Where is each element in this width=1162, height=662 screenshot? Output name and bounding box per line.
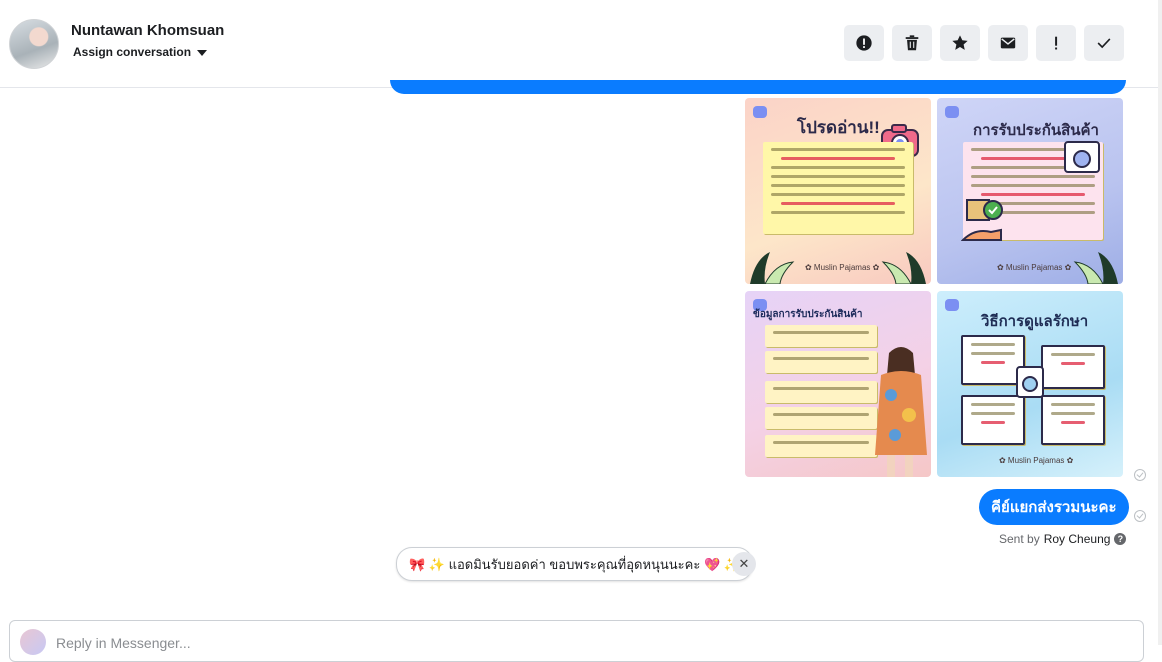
image-title: การรับประกันสินค้า [973,122,1099,139]
message-text: คีย์แยกส่งรวมนะคะ [991,499,1117,516]
sent-by-line: Sent by Roy Cheung ? [999,532,1127,546]
image-attachment-warranty-info[interactable]: ข้อมูลการรับประกันสินค้า [745,291,931,477]
envelope-icon [1000,37,1016,49]
leaf-decoration-icon [1073,252,1118,284]
info-card [765,381,877,403]
mark-unread-button[interactable] [988,25,1028,61]
trash-icon [905,35,919,51]
reply-composer[interactable]: Reply in Messenger... [9,620,1144,662]
previous-message-bubble [390,80,1126,94]
care-card [1041,345,1105,389]
package-check-icon [961,199,1003,241]
image-attachment-read-notice[interactable]: โปรดอ่าน!! ✿ Muslin Pajamas ✿ [745,98,931,284]
mark-done-button[interactable] [1084,25,1124,61]
model-figure [875,347,927,477]
brand-logo-icon [945,299,959,311]
delete-button[interactable] [892,25,932,61]
suggested-reply-chip[interactable]: 🎀 ✨ แอดมินรับยอดค่า ขอบพระคุณที่อุดหนุนน… [396,547,753,581]
brand-label: ✿ Muslin Pajamas ✿ [999,456,1074,465]
mark-spam-button[interactable] [1036,25,1076,61]
conversation-header: Nuntawan Khomsuan Assign conversation [0,0,1158,88]
brand-logo-icon [753,106,767,118]
info-card [765,351,877,373]
exclamation-icon [1055,36,1058,50]
brand-label: ✿ Muslin Pajamas ✿ [997,263,1072,272]
seen-check-icon [1134,510,1146,522]
washing-machine-icon [1064,141,1100,173]
brand-label: ✿ Muslin Pajamas ✿ [805,263,880,272]
leaf-decoration-icon [750,252,795,284]
image-attachment-care-instructions[interactable]: วิธีการดูแลรักษา ✿ Muslin Pajamas ✿ [937,291,1123,477]
image-attachment-warranty[interactable]: การรับประกันสินค้า ✿ Muslin Pajamas ✿ [937,98,1123,284]
report-button[interactable] [844,25,884,61]
help-icon[interactable]: ? [1114,533,1127,545]
leaf-decoration-icon [881,252,926,284]
assign-conversation-dropdown[interactable]: Assign conversation [73,45,208,59]
image-title: โปรดอ่าน!! [797,118,880,137]
dismiss-suggestion-button[interactable]: ✕ [732,552,756,576]
report-icon [856,35,872,51]
care-card [961,395,1025,445]
scrollbar[interactable] [1158,0,1162,645]
assign-conversation-label: Assign conversation [73,45,192,59]
star-icon [952,35,968,50]
info-card [765,325,877,347]
sent-by-name[interactable]: Roy Cheung [1044,532,1111,546]
care-card [1041,395,1105,445]
sent-by-prefix: Sent by [999,532,1040,546]
brand-logo-icon [945,106,959,118]
contact-avatar[interactable] [9,19,59,69]
reply-input-placeholder[interactable]: Reply in Messenger... [56,635,191,651]
outgoing-message-bubble[interactable]: คีย์แยกส่งรวมนะคะ [979,489,1129,525]
info-card [765,435,877,457]
image-title: วิธีการดูแลรักษา [981,313,1089,330]
washing-machine-icon [1016,366,1044,398]
contact-name[interactable]: Nuntawan Khomsuan [71,22,224,39]
notice-text-card [763,142,913,234]
seen-check-icon [1134,469,1146,481]
info-card [765,407,877,429]
image-title: ข้อมูลการรับประกันสินค้า [753,309,863,320]
page-avatar [20,629,46,655]
close-icon: ✕ [738,556,750,571]
star-button[interactable] [940,25,980,61]
caret-down-icon [197,50,208,56]
check-icon [1097,38,1111,49]
suggested-reply-text: 🎀 ✨ แอดมินรับยอดค่า ขอบพระคุณที่อุดหนุนน… [409,556,740,572]
